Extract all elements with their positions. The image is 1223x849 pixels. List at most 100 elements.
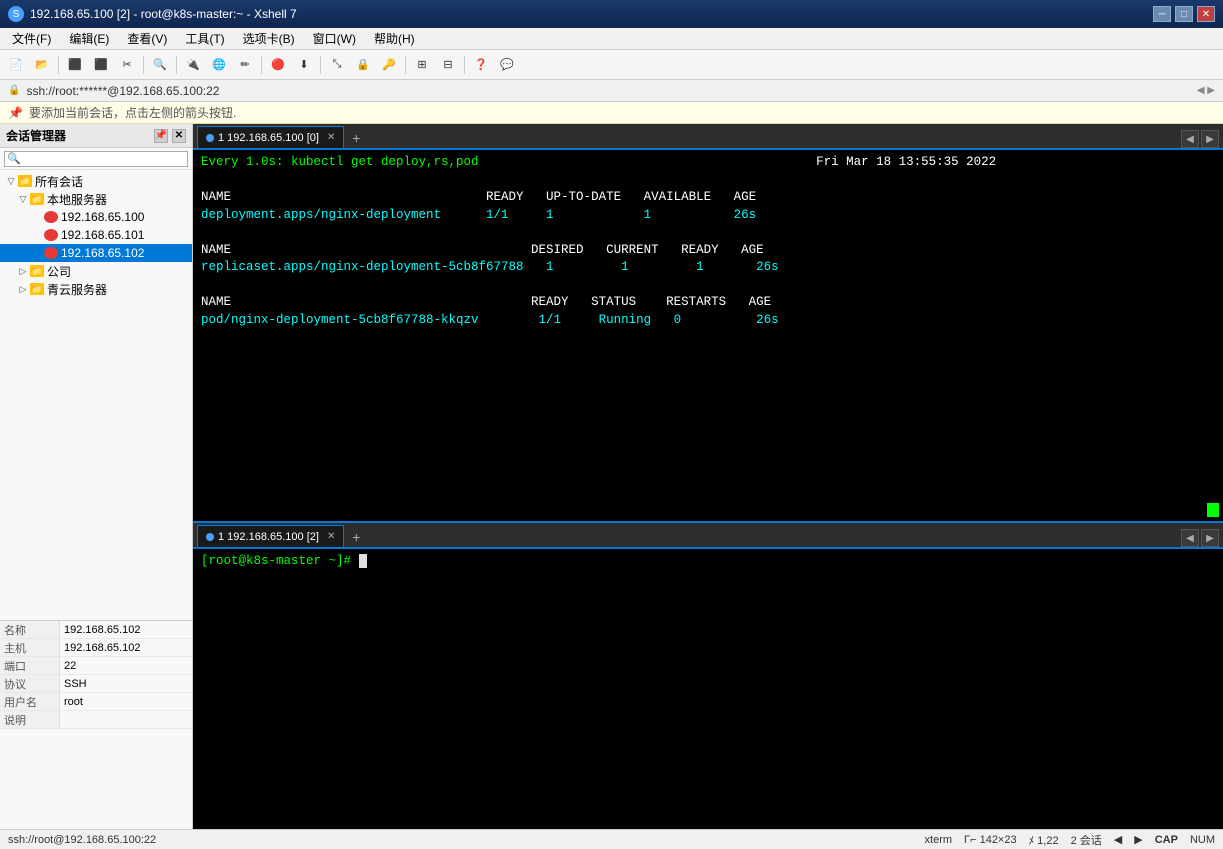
- sidebar-tree: ▽ 📁 所有会话 ▽ 📁 本地服务器 192.168.65.100: [0, 170, 192, 620]
- toolbar-lock[interactable]: 🔒: [351, 54, 375, 76]
- toolbar-sep7: [464, 56, 465, 74]
- tab-dot-2: [206, 533, 214, 541]
- maximize-button[interactable]: □: [1175, 6, 1193, 22]
- toolbar-split2[interactable]: ⊟: [436, 54, 460, 76]
- tab-add-top[interactable]: +: [346, 128, 366, 148]
- tab-nav-left[interactable]: ◀: [1181, 130, 1199, 148]
- hint-icon: 📌: [8, 106, 23, 120]
- status-left: ssh://root@192.168.65.100:22: [8, 834, 156, 846]
- tab-add-bottom[interactable]: +: [346, 527, 366, 547]
- toolbar-compose[interactable]: ✏: [233, 54, 257, 76]
- toolbar-chat[interactable]: 💬: [495, 54, 519, 76]
- tab-close-2[interactable]: ✕: [327, 531, 335, 542]
- prop-row-desc: 说明: [0, 711, 192, 729]
- toolbar-sep4: [261, 56, 262, 74]
- menu-window[interactable]: 窗口(W): [305, 28, 364, 49]
- bottom-tab-bar: 1 192.168.65.100 [2] ✕ + ◀ ▶: [193, 523, 1223, 549]
- toolbar-find[interactable]: 🔍: [148, 54, 172, 76]
- bottom-terminal-content[interactable]: [root@k8s-master ~]#: [193, 549, 1223, 829]
- prop-val-port: 22: [60, 657, 80, 674]
- tab-nav-left-bottom[interactable]: ◀: [1181, 529, 1199, 547]
- bottom-terminal-container: 1 192.168.65.100 [2] ✕ + ◀ ▶ [root@k8s-m…: [193, 523, 1223, 829]
- toolbar-open[interactable]: 📂: [30, 54, 54, 76]
- prop-row-name: 名称 192.168.65.102: [0, 621, 192, 639]
- tab-close-0[interactable]: ✕: [327, 132, 335, 143]
- tree-toggle-company[interactable]: ▷: [16, 264, 30, 278]
- toolbar-new[interactable]: 📄: [4, 54, 28, 76]
- sidebar-controls[interactable]: 📌 ✕: [154, 129, 186, 143]
- hint-bar: 📌 要添加当前会话，点击左侧的箭头按钮.: [0, 102, 1223, 124]
- prop-val-username: root: [60, 693, 87, 710]
- properties-panel: 名称 192.168.65.102 主机 192.168.65.102 端口 2…: [0, 620, 192, 829]
- tab-label-2: 1 192.168.65.100 [2]: [218, 531, 319, 543]
- lock-icon: 🔒: [8, 85, 20, 96]
- prop-key-name: 名称: [0, 621, 60, 638]
- status-nav-right[interactable]: ▶: [1134, 833, 1142, 846]
- toolbar-paste[interactable]: ⬛: [89, 54, 113, 76]
- sidebar: 会话管理器 📌 ✕ ▽ 📁 所有会话 ▽ 📁 本地服务器: [0, 124, 193, 829]
- sidebar-search-area[interactable]: [0, 148, 192, 170]
- toolbar-cut[interactable]: ✂: [115, 54, 139, 76]
- window-controls[interactable]: ─ □ ✕: [1153, 6, 1215, 22]
- tree-node-all-sessions[interactable]: ▽ 📁 所有会话: [0, 172, 192, 190]
- top-terminal-content[interactable]: Every 1.0s: kubectl get deploy,rs,pod Fr…: [193, 150, 1223, 521]
- toolbar-connect[interactable]: 🔌: [181, 54, 205, 76]
- prop-val-host: 192.168.65.102: [60, 639, 144, 656]
- status-right: xterm Γ⌐ 142×23 ﾒ 1,22 2 会话 ◀ ▶ CAP NUM: [925, 832, 1215, 848]
- tab-nav-right[interactable]: ▶: [1201, 130, 1219, 148]
- menu-file[interactable]: 文件(F): [4, 28, 59, 49]
- sidebar-pin-button[interactable]: 📌: [154, 129, 168, 143]
- tree-node-server-100[interactable]: 192.168.65.100: [0, 208, 192, 226]
- tab-nav-top: ◀ ▶: [1181, 130, 1219, 148]
- prop-row-username: 用户名 root: [0, 693, 192, 711]
- toolbar-help[interactable]: ❓: [469, 54, 493, 76]
- folder-icon-qingyun: 📁: [30, 283, 44, 295]
- menu-help[interactable]: 帮助(H): [366, 28, 423, 49]
- toolbar-split[interactable]: ⊞: [410, 54, 434, 76]
- menu-view[interactable]: 查看(V): [119, 28, 175, 49]
- prop-key-protocol: 协议: [0, 675, 60, 692]
- address-text: ssh://root:******@192.168.65.100:22: [26, 84, 219, 98]
- toolbar-sep3: [176, 56, 177, 74]
- status-nav-left[interactable]: ◀: [1114, 833, 1122, 846]
- window-title: 192.168.65.100 [2] - root@k8s-master:~ -…: [30, 7, 297, 21]
- tree-node-server-102[interactable]: 192.168.65.102: [0, 244, 192, 262]
- toolbar-download[interactable]: ⬇: [292, 54, 316, 76]
- toolbar-globe[interactable]: 🌐: [207, 54, 231, 76]
- tab-terminal-2[interactable]: 1 192.168.65.100 [2] ✕: [197, 525, 344, 547]
- prop-key-desc: 说明: [0, 711, 60, 728]
- sidebar-close-button[interactable]: ✕: [172, 129, 186, 143]
- toolbar-copy[interactable]: ⬛: [63, 54, 87, 76]
- tree-node-qingyun[interactable]: ▷ 📁 青云服务器: [0, 280, 192, 298]
- sidebar-search-input[interactable]: [4, 151, 188, 167]
- minimize-button[interactable]: ─: [1153, 6, 1171, 22]
- menu-tabs[interactable]: 选项卡(B): [235, 28, 303, 49]
- tree-node-company[interactable]: ▷ 📁 公司: [0, 262, 192, 280]
- prop-empty-area: [0, 729, 192, 829]
- tab-terminal-0[interactable]: 1 192.168.65.100 [0] ✕: [197, 126, 344, 148]
- toolbar-key[interactable]: 🔑: [377, 54, 401, 76]
- tree-node-server-101[interactable]: 192.168.65.101: [0, 226, 192, 244]
- tab-nav-right-bottom[interactable]: ▶: [1201, 529, 1219, 547]
- top-terminal-container: 1 192.168.65.100 [0] ✕ + ◀ ▶ Every 1.0s:…: [193, 124, 1223, 523]
- status-num: NUM: [1190, 834, 1215, 846]
- hint-text: 要添加当前会话，点击左侧的箭头按钮.: [29, 104, 236, 121]
- tree-node-local-servers[interactable]: ▽ 📁 本地服务器: [0, 190, 192, 208]
- toolbar-sep6: [405, 56, 406, 74]
- toolbar-expand[interactable]: ⤡: [325, 54, 349, 76]
- address-nav: ◀ ▶: [1197, 85, 1215, 96]
- sidebar-title: 会话管理器: [6, 127, 66, 144]
- tree-toggle-all[interactable]: ▽: [4, 174, 18, 188]
- terminal-area: 1 192.168.65.100 [0] ✕ + ◀ ▶ Every 1.0s:…: [193, 124, 1223, 829]
- tree-toggle-qingyun[interactable]: ▷: [16, 282, 30, 296]
- prop-key-port: 端口: [0, 657, 60, 674]
- folder-icon-local: 📁: [30, 193, 44, 205]
- sidebar-header: 会话管理器 📌 ✕: [0, 124, 192, 148]
- title-bar: S 192.168.65.100 [2] - root@k8s-master:~…: [0, 0, 1223, 28]
- tree-toggle-local[interactable]: ▽: [16, 192, 30, 206]
- menu-tools[interactable]: 工具(T): [177, 28, 232, 49]
- close-button[interactable]: ✕: [1197, 6, 1215, 22]
- menu-edit[interactable]: 编辑(E): [61, 28, 117, 49]
- status-bar: ssh://root@192.168.65.100:22 xterm Γ⌐ 14…: [0, 829, 1223, 849]
- toolbar-stop[interactable]: 🔴: [266, 54, 290, 76]
